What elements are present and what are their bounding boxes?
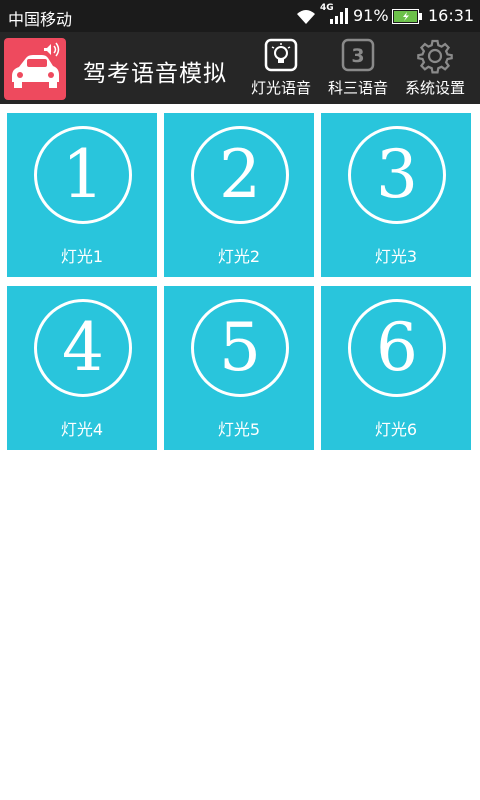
gear-icon bbox=[417, 38, 453, 78]
light-voice-button[interactable]: 灯光语音 bbox=[246, 32, 316, 104]
light-tile-1[interactable]: 1 灯光1 bbox=[7, 113, 157, 277]
light-tile-3[interactable]: 3 灯光3 bbox=[321, 113, 471, 277]
tile-number: 1 bbox=[62, 136, 104, 213]
system-settings-label: 系统设置 bbox=[404, 79, 465, 97]
tile-number: 2 bbox=[219, 136, 261, 213]
light-tile-4[interactable]: 4 灯光4 bbox=[7, 286, 157, 450]
tile-number: 4 bbox=[62, 309, 104, 386]
light-tile-2[interactable]: 2 灯光2 bbox=[164, 113, 314, 277]
signal-icon bbox=[330, 8, 348, 28]
number-three-glyph: 3 bbox=[351, 45, 364, 67]
clock-time: 16:31 bbox=[428, 6, 475, 25]
tile-number: 5 bbox=[219, 309, 261, 386]
tile-number: 3 bbox=[376, 136, 418, 213]
light-tile-6[interactable]: 6 灯光6 bbox=[321, 286, 471, 450]
tile-label: 灯光4 bbox=[60, 420, 104, 439]
car-speaker-icon[interactable] bbox=[4, 38, 66, 100]
subject-three-voice-button[interactable]: 3 科三语音 bbox=[323, 32, 393, 104]
tile-number: 6 bbox=[376, 309, 418, 386]
light-bulb-icon bbox=[264, 38, 298, 76]
app-bar: 驾考语音模拟 灯光语音 3 科三语音 系统设置 bbox=[0, 32, 480, 104]
light-tile-5[interactable]: 5 灯光5 bbox=[164, 286, 314, 450]
system-settings-button[interactable]: 系统设置 bbox=[400, 32, 470, 104]
battery-charging-icon bbox=[392, 9, 422, 28]
wifi-icon bbox=[294, 7, 318, 29]
tile-label: 灯光3 bbox=[374, 247, 418, 266]
carrier-name: 中国移动 bbox=[8, 10, 73, 29]
app-title: 驾考语音模拟 bbox=[83, 61, 227, 87]
tile-label: 灯光6 bbox=[374, 420, 418, 439]
tile-label: 灯光2 bbox=[217, 247, 261, 266]
tile-label: 灯光5 bbox=[217, 420, 261, 439]
subject-three-voice-label: 科三语音 bbox=[327, 79, 388, 97]
status-bar: 中国移动 4G 91% 16:31 bbox=[0, 0, 480, 32]
light-voice-label: 灯光语音 bbox=[250, 79, 311, 97]
number-three-icon: 3 bbox=[341, 38, 375, 76]
tile-label: 灯光1 bbox=[60, 247, 104, 266]
battery-percent: 91% bbox=[353, 6, 389, 25]
